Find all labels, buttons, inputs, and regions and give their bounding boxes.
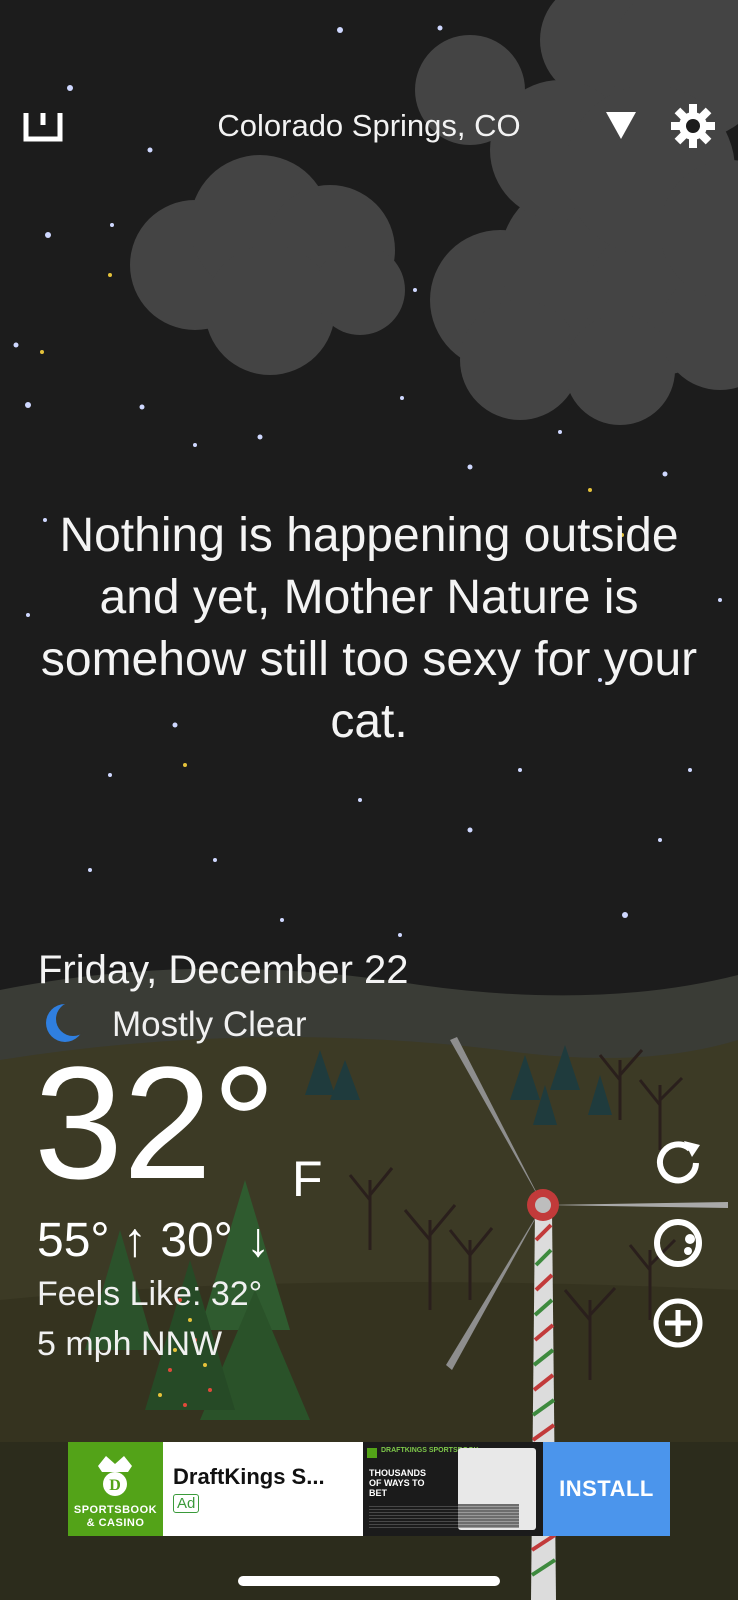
forecast-date: Friday, December 22 bbox=[38, 948, 409, 992]
location-dropdown-icon[interactable] bbox=[603, 108, 639, 142]
ad-creative-text: THOUSANDS OF WAYS TO BET bbox=[369, 1468, 427, 1498]
ad-banner[interactable]: D SPORTSBOOK & CASINO DraftKings S... Ad… bbox=[68, 1442, 670, 1536]
high-low-temperature: 55° ↑ 30° ↓ bbox=[37, 1214, 271, 1267]
crown-logo-icon: D bbox=[98, 1456, 132, 1496]
ad-creative-image[interactable]: DRAFTKINGS SPORTSBOOK THOUSANDS OF WAYS … bbox=[363, 1442, 543, 1536]
weather-quote: Nothing is happening outside and yet, Mo… bbox=[40, 509, 698, 748]
ad-install-button[interactable]: INSTALL bbox=[543, 1442, 670, 1536]
ad-brand-logo: D SPORTSBOOK & CASINO bbox=[68, 1442, 163, 1536]
svg-text:D: D bbox=[109, 1477, 121, 1494]
radar-icon[interactable] bbox=[650, 1215, 706, 1271]
refresh-icon[interactable] bbox=[650, 1135, 706, 1191]
ad-logo-text: SPORTSBOOK & CASINO bbox=[73, 1504, 158, 1529]
ad-badge: Ad bbox=[173, 1494, 200, 1513]
feels-like: Feels Like: 32° bbox=[37, 1275, 263, 1313]
ad-body: DraftKings S... Ad bbox=[163, 1442, 363, 1536]
home-indicator[interactable] bbox=[238, 1576, 500, 1586]
settings-gear-icon[interactable] bbox=[668, 102, 718, 150]
current-temperature: 32° bbox=[34, 1033, 276, 1212]
add-location-icon[interactable] bbox=[650, 1295, 706, 1351]
ad-title[interactable]: DraftKings S... bbox=[173, 1464, 363, 1490]
wind-info: 5 mph NNW bbox=[37, 1325, 223, 1363]
temperature-unit[interactable]: F bbox=[292, 1150, 323, 1208]
